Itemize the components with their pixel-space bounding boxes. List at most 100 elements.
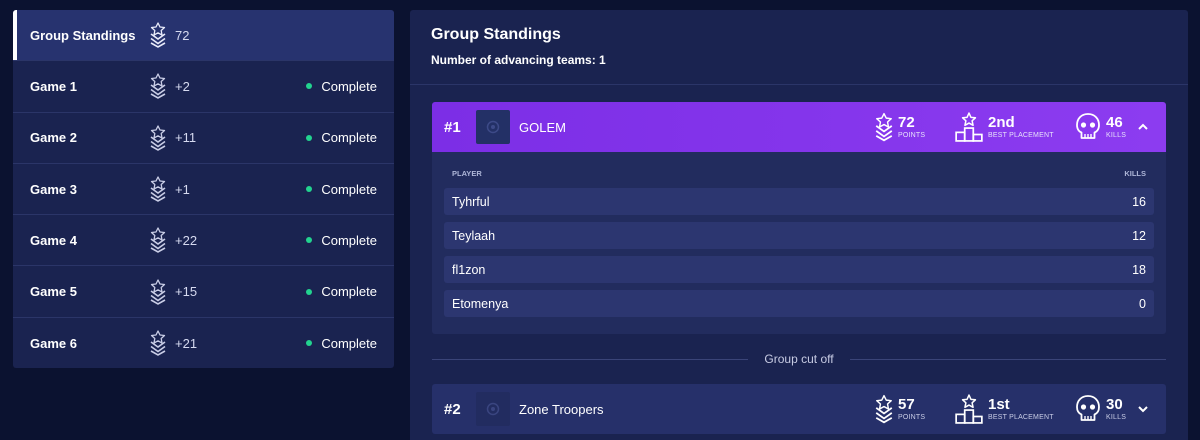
player-kills: 0 (1139, 296, 1146, 311)
kills-stat: 46 KILLS (1074, 112, 1126, 142)
player-kills: 12 (1132, 228, 1146, 243)
rank-chevron-icon (149, 227, 167, 253)
status-label: Complete (321, 284, 377, 300)
status-dot-icon (306, 288, 313, 295)
skull-icon (1074, 394, 1102, 424)
points-caption: POINTS (898, 131, 926, 139)
rank-chevron-icon (874, 112, 894, 142)
player-table: PLAYER KILLS Tyhrful 16 Teylaah 12 fl1zo… (432, 152, 1166, 334)
sidebar-item-points: +15 (175, 284, 198, 300)
points-value: 57 (898, 395, 915, 413)
team-rank: #1 (444, 118, 461, 136)
divider (410, 84, 1188, 85)
sidebar-item-label: Game 5 (30, 284, 77, 300)
table-row: fl1zon 18 (444, 256, 1154, 283)
points-stat: 72 POINTS (874, 112, 925, 142)
sidebar-item-game-1[interactable]: Game 1 +2 Complete (13, 61, 394, 113)
team-logo-icon (476, 110, 510, 144)
skull-icon (1074, 112, 1102, 142)
table-row: Etomenya 0 (444, 290, 1154, 317)
sidebar-item-label: Group Standings (30, 27, 136, 43)
status-label: Complete (321, 335, 377, 351)
status-badge: Complete (306, 336, 377, 351)
status-dot-icon (306, 186, 313, 193)
kills-stat: 30 KILLS (1074, 394, 1126, 424)
team-logo-icon (476, 392, 510, 426)
standings-panel: Group Standings Number of advancing team… (410, 10, 1188, 440)
trophy-stand-icon (954, 112, 984, 142)
status-badge: Complete (306, 284, 377, 299)
player-name: fl1zon (452, 262, 486, 277)
advancing-teams-label: Number of advancing teams: 1 (431, 53, 606, 67)
status-label: Complete (321, 78, 377, 94)
team-rank: #2 (444, 400, 461, 418)
chevron-up-icon[interactable] (1136, 120, 1150, 134)
player-name: Teylaah (452, 228, 496, 243)
sidebar-item-label: Game 1 (30, 78, 77, 94)
status-badge: Complete (306, 182, 377, 197)
sidebar-item-label: Game 2 (30, 130, 77, 146)
points-stat: 57 POINTS (874, 394, 925, 424)
status-dot-icon (306, 83, 313, 90)
placement-value: 2nd (988, 113, 1015, 131)
sidebar-item-points: 72 (175, 27, 190, 43)
chevron-down-icon[interactable] (1136, 402, 1150, 416)
sidebar-item-points: +1 (175, 181, 190, 197)
table-row: Tyhrful 16 (444, 188, 1154, 215)
team-card: #1 GOLEM 72 POINTS 2nd BEST PLACEMENT 46… (432, 102, 1166, 334)
status-badge: Complete (306, 79, 377, 94)
status-label: Complete (321, 130, 377, 146)
rank-chevron-icon (149, 125, 167, 151)
sidebar-item-game-3[interactable]: Game 3 +1 Complete (13, 164, 394, 216)
sidebar-item-label: Game 4 (30, 232, 77, 248)
cutoff-line (849, 358, 1166, 360)
column-kills: KILLS (1124, 168, 1146, 178)
table-header: PLAYER KILLS (444, 164, 1154, 182)
kills-caption: KILLS (1106, 131, 1127, 139)
group-cutoff-divider: Group cut off (432, 350, 1166, 368)
player-name: Etomenya (452, 296, 509, 311)
table-row: Teylaah 12 (444, 222, 1154, 249)
sidebar-item-game-6[interactable]: Game 6 +21 Complete (13, 318, 394, 368)
rank-chevron-icon (874, 394, 894, 424)
placement-value: 1st (988, 395, 1010, 413)
sidebar-item-game-5[interactable]: Game 5 +15 Complete (13, 266, 394, 318)
cutoff-label: Group cut off (764, 352, 834, 366)
points-value: 72 (898, 113, 915, 131)
kills-caption: KILLS (1106, 413, 1127, 421)
status-dot-icon (306, 340, 313, 347)
rank-chevron-icon (149, 22, 167, 48)
player-kills: 16 (1132, 194, 1146, 209)
trophy-stand-icon (954, 394, 984, 424)
sidebar-item-points: +2 (175, 78, 190, 94)
sidebar-item-points: +21 (175, 335, 198, 351)
sidebar-item-points: +22 (175, 232, 198, 248)
kills-value: 30 (1106, 395, 1123, 413)
rank-chevron-icon (149, 73, 167, 99)
team-name: GOLEM (519, 119, 566, 135)
placement-stat: 1st BEST PLACEMENT (954, 394, 1054, 424)
team-header-toggle[interactable]: #1 GOLEM 72 POINTS 2nd BEST PLACEMENT 46… (432, 102, 1166, 152)
sidebar-item-game-2[interactable]: Game 2 +11 Complete (13, 113, 394, 164)
sidebar-item-label: Game 6 (30, 335, 77, 351)
team-header-toggle[interactable]: #2 Zone Troopers 57 POINTS 1st BEST PLAC… (432, 384, 1166, 434)
points-caption: POINTS (898, 413, 926, 421)
status-label: Complete (321, 181, 377, 197)
rank-chevron-icon (149, 330, 167, 356)
standings-sidebar: Group Standings 72 Game 1 +2 Complete Ga… (13, 10, 394, 368)
sidebar-item-group-standings[interactable]: Group Standings 72 (13, 10, 394, 62)
page-title: Group Standings (431, 26, 561, 43)
rank-chevron-icon (149, 176, 167, 202)
status-label: Complete (321, 232, 377, 248)
team-card: #2 Zone Troopers 57 POINTS 1st BEST PLAC… (432, 384, 1166, 434)
kills-value: 46 (1106, 113, 1123, 131)
placement-stat: 2nd BEST PLACEMENT (954, 112, 1054, 142)
placement-caption: BEST PLACEMENT (988, 131, 1054, 139)
sidebar-item-points: +11 (175, 130, 197, 146)
sidebar-item-game-4[interactable]: Game 4 +22 Complete (13, 215, 394, 267)
placement-caption: BEST PLACEMENT (988, 413, 1054, 421)
status-dot-icon (306, 134, 313, 141)
column-player: PLAYER (452, 168, 482, 178)
sidebar-item-label: Game 3 (30, 181, 77, 197)
status-badge: Complete (306, 130, 377, 145)
